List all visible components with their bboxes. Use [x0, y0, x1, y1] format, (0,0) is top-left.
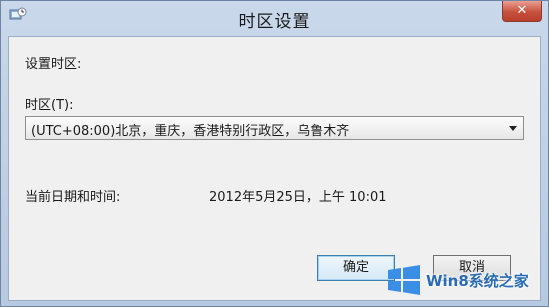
chevron-down-icon[interactable]: [509, 126, 517, 131]
close-button[interactable]: ✕: [502, 1, 542, 22]
timezone-dialog-window: 时区设置 ✕ 设置时区: 时区(T): (UTC+08:00)北京，重庆，香港特…: [0, 0, 549, 307]
timezone-label: 时区(T):: [25, 98, 74, 113]
title-bar[interactable]: 时区设置 ✕: [1, 1, 548, 36]
watermark-text: Win8系统之家: [426, 272, 529, 290]
windows-logo-icon: [388, 265, 420, 295]
watermark: Win8系统之家: [380, 262, 549, 307]
window-title: 时区设置: [238, 12, 311, 32]
timezone-selected-value: (UTC+08:00)北京，重庆，香港特别行政区，乌鲁木齐: [31, 124, 350, 139]
timezone-dropdown[interactable]: (UTC+08:00)北京，重庆，香港特别行政区，乌鲁木齐: [25, 116, 524, 140]
current-datetime-value: 2012年5月25日，上午 10:01: [209, 190, 387, 205]
set-timezone-heading: 设置时区:: [25, 57, 82, 72]
close-icon: ✕: [516, 3, 528, 18]
current-datetime-label: 当前日期和时间:: [25, 190, 121, 205]
